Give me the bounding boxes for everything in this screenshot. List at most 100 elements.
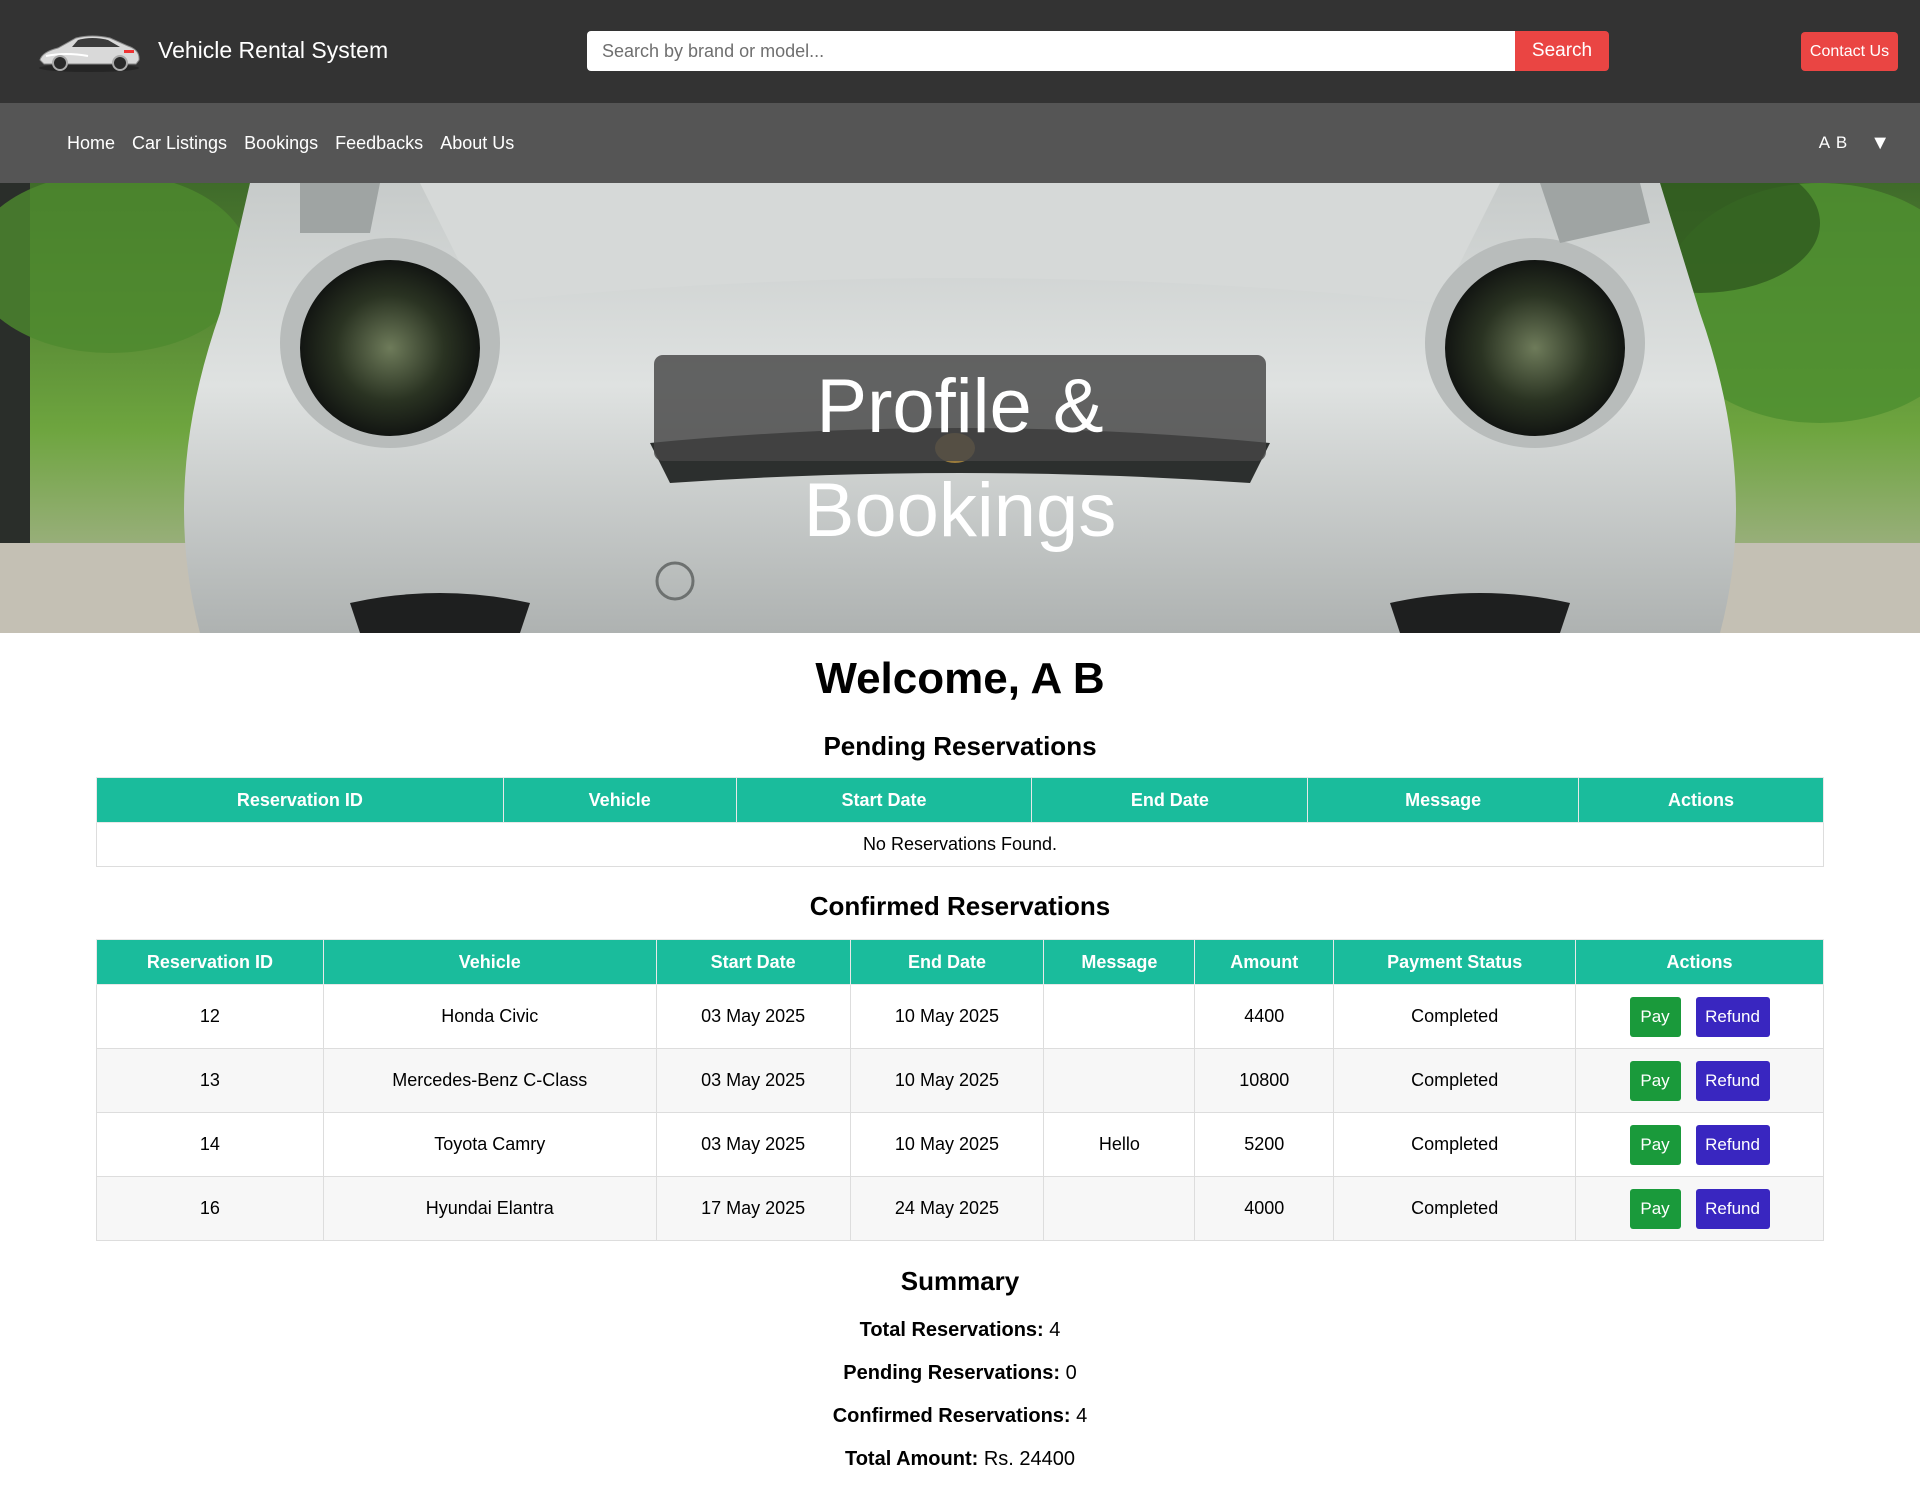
refund-button[interactable]: Refund (1695, 1060, 1770, 1101)
summary-title: Summary (900, 1266, 1020, 1296)
table-row: 14 Toyota Camry 03 May 2025 10 May 2025 … (96, 1112, 1824, 1177)
start-date: 17 May 2025 (655, 1176, 851, 1241)
end-date: 10 May 2025 (849, 1048, 1045, 1113)
column-header: End Date (849, 939, 1045, 985)
site-brand[interactable]: Vehicle Rental System (158, 37, 388, 64)
summary-label: Total Amount: (844, 1448, 979, 1470)
search-input[interactable] (587, 31, 1515, 71)
nav-link-bookings[interactable]: Bookings (244, 133, 318, 154)
search-button[interactable]: Search (1515, 31, 1609, 71)
welcome-heading: Welcome, A B (815, 654, 1105, 703)
pending-reservations-title: Pending Reservations (823, 731, 1097, 761)
summary-value: 0 (1065, 1362, 1077, 1384)
nav-link-feedbacks[interactable]: Feedbacks (335, 133, 423, 154)
message (1043, 1048, 1196, 1113)
amount: 5200 (1194, 1112, 1335, 1177)
pending-reservations-table: Reservation ID Vehicle Start Date End Da… (96, 777, 1824, 867)
summary-pending-reservations: Pending Reservations: 0 (0, 1352, 1920, 1395)
summary-value: 4 (1076, 1405, 1088, 1427)
nav-link-home[interactable]: Home (67, 133, 115, 154)
summary-value: Rs. 24400 (983, 1448, 1076, 1470)
summary-label: Pending Reservations: (843, 1362, 1061, 1384)
table-row: No Reservations Found. (96, 822, 1824, 867)
contact-us-button[interactable]: Contact Us (1801, 32, 1898, 71)
main-nav: Home Car Listings Bookings Feedbacks Abo… (0, 103, 1920, 183)
nav-link-about-us[interactable]: About Us (440, 133, 514, 154)
summary-panel: Total Reservations: 4 Pending Reservatio… (0, 1309, 1920, 1481)
end-date: 10 May 2025 (849, 1112, 1045, 1177)
end-date: 24 May 2025 (849, 1176, 1045, 1241)
column-header: End Date (1031, 777, 1309, 823)
pay-button[interactable]: Pay (1629, 1188, 1681, 1229)
refund-button[interactable]: Refund (1695, 1188, 1770, 1229)
reservation-id: 16 (96, 1176, 324, 1241)
pay-button[interactable]: Pay (1629, 1060, 1681, 1101)
caret-down-icon: ▼ (1870, 131, 1890, 154)
column-header: Actions (1575, 939, 1824, 985)
row-actions: Pay Refund (1575, 1048, 1824, 1113)
column-header: Actions (1578, 777, 1824, 823)
hero-banner: Profile & Bookings (0, 183, 1920, 633)
column-header: Reservation ID (96, 777, 504, 823)
confirmed-reservations-table: Reservation ID Vehicle Start Date End Da… (96, 939, 1824, 1241)
reservation-id: 12 (96, 984, 324, 1049)
search-form: Search (587, 31, 1609, 71)
amount: 4000 (1194, 1176, 1335, 1241)
pay-button[interactable]: Pay (1629, 1124, 1681, 1165)
user-name: A B (1818, 133, 1849, 152)
amount: 4400 (1194, 984, 1335, 1049)
empty-message: No Reservations Found. (96, 822, 1824, 867)
column-header: Payment Status (1333, 939, 1577, 985)
row-actions: Pay Refund (1575, 984, 1824, 1049)
reservation-id: 14 (96, 1112, 324, 1177)
table-row: 16 Hyundai Elantra 17 May 2025 24 May 20… (96, 1176, 1824, 1241)
vehicle: Honda Civic (322, 984, 657, 1049)
column-header: Amount (1194, 939, 1335, 985)
column-header: Reservation ID (96, 939, 324, 985)
column-header: Message (1307, 777, 1580, 823)
nav-links: Home Car Listings Bookings Feedbacks Abo… (67, 103, 531, 183)
payment-status: Completed (1333, 1048, 1577, 1113)
start-date: 03 May 2025 (655, 984, 851, 1049)
car-logo-icon[interactable] (36, 26, 142, 74)
refund-button[interactable]: Refund (1695, 996, 1770, 1037)
summary-confirmed-reservations: Confirmed Reservations: 4 (0, 1395, 1920, 1438)
hero-title: Profile & Bookings (654, 355, 1266, 553)
message (1043, 1176, 1196, 1241)
payment-status: Completed (1333, 1112, 1577, 1177)
pay-button[interactable]: Pay (1629, 996, 1681, 1037)
summary-label: Confirmed Reservations: (832, 1405, 1071, 1427)
user-menu[interactable]: A B ▼ (1819, 103, 1890, 183)
amount: 10800 (1194, 1048, 1335, 1113)
start-date: 03 May 2025 (655, 1112, 851, 1177)
column-header: Vehicle (322, 939, 657, 985)
row-actions: Pay Refund (1575, 1176, 1824, 1241)
confirmed-reservations-title: Confirmed Reservations (809, 891, 1111, 921)
start-date: 03 May 2025 (655, 1048, 851, 1113)
column-header: Message (1043, 939, 1196, 985)
payment-status: Completed (1333, 1176, 1577, 1241)
row-actions: Pay Refund (1575, 1112, 1824, 1177)
message (1043, 984, 1196, 1049)
refund-button[interactable]: Refund (1695, 1124, 1770, 1165)
vehicle: Toyota Camry (322, 1112, 657, 1177)
column-header: Start Date (735, 777, 1033, 823)
reservation-id: 13 (96, 1048, 324, 1113)
table-header-row: Reservation ID Vehicle Start Date End Da… (96, 939, 1824, 985)
vehicle: Mercedes-Benz C-Class (322, 1048, 657, 1113)
vehicle: Hyundai Elantra (322, 1176, 657, 1241)
end-date: 10 May 2025 (849, 984, 1045, 1049)
summary-total-amount: Total Amount: Rs. 24400 (0, 1438, 1920, 1481)
summary-label: Total Reservations: (859, 1319, 1044, 1341)
table-header-row: Reservation ID Vehicle Start Date End Da… (96, 777, 1824, 823)
table-row: 13 Mercedes-Benz C-Class 03 May 2025 10 … (96, 1048, 1824, 1113)
column-header: Start Date (655, 939, 851, 985)
message: Hello (1043, 1112, 1196, 1177)
nav-link-car-listings[interactable]: Car Listings (132, 133, 227, 154)
payment-status: Completed (1333, 984, 1577, 1049)
summary-value: 4 (1049, 1319, 1061, 1341)
table-row: 12 Honda Civic 03 May 2025 10 May 2025 4… (96, 984, 1824, 1049)
column-header: Vehicle (502, 777, 737, 823)
summary-total-reservations: Total Reservations: 4 (0, 1309, 1920, 1352)
profile-content: Welcome, A B Pending Reservations Reserv… (0, 653, 1920, 1481)
